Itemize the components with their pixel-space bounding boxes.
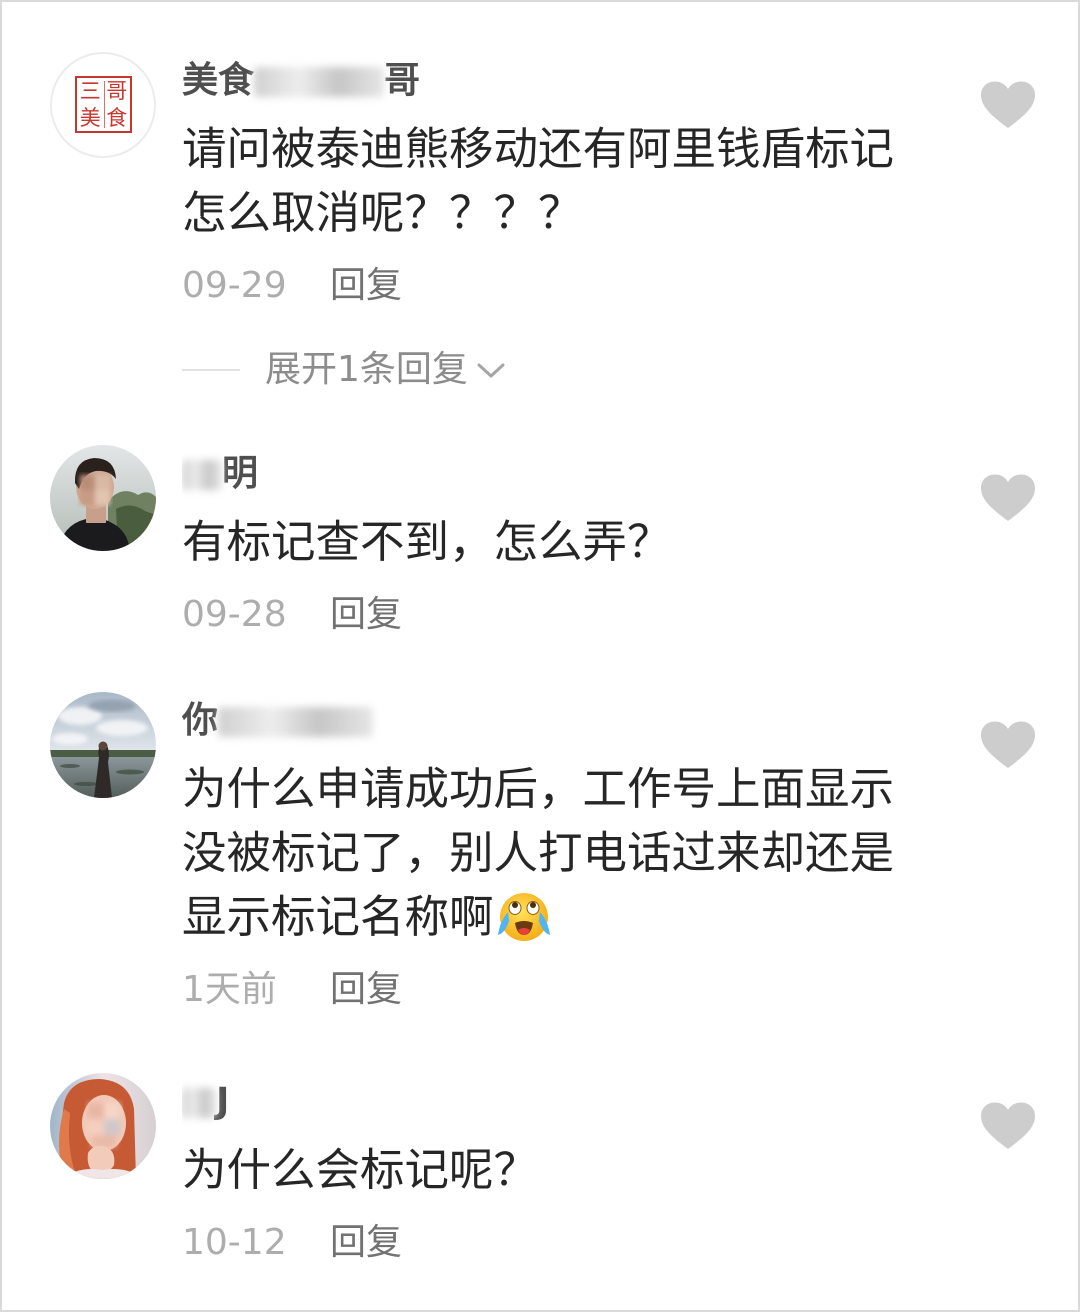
comment-text-line: 请问被泰迪熊移动还有阿里钱盾标记 <box>182 118 962 182</box>
expand-replies-button[interactable]: 展开1条回复 <box>182 350 962 390</box>
seal-char: 美 <box>79 105 101 130</box>
avatar[interactable] <box>50 1073 156 1179</box>
comment-date: 10-12 <box>182 1222 287 1263</box>
avatar-photo <box>50 1073 156 1179</box>
comment-date: 09-28 <box>182 594 287 635</box>
comment-text-line-content: 怎么取消呢？？？？ <box>182 188 583 239</box>
blurred-name-redaction <box>182 1088 216 1118</box>
comment-text-line-content: 显示标记名称啊 <box>182 892 494 943</box>
comment-body: J 为什么会标记呢？ 10-12 回复 <box>182 1073 962 1263</box>
comment-text-line-content: 请问被泰迪熊移动还有阿里钱盾标记 <box>182 124 895 175</box>
comment-meta: 1天前 回复 <box>182 970 962 1010</box>
comment-text-line: 怎么取消呢？？？？ <box>182 182 962 246</box>
author-name-visible-start: 美食 <box>182 60 255 101</box>
comment-body: 明 有标记查不到，怎么弄？ 09-28 回复 <box>182 445 962 635</box>
comment-text-line-content: 有标记查不到，怎么弄？ <box>182 517 672 568</box>
blurred-name-redaction <box>218 707 374 737</box>
comment-list: 三 哥 美 食 美食哥 请问被泰迪熊移动还有阿里钱盾标记 怎么取消呢？？？？ 0… <box>0 0 1080 1312</box>
comment-text-line: 显示标记名称啊 <box>182 886 962 950</box>
comment-item: 明 有标记查不到，怎么弄？ 09-28 回复 <box>0 445 1080 685</box>
comment-item: J 为什么会标记呢？ 10-12 回复 <box>0 1073 1080 1312</box>
comment-item: 你 为什么申请成功后，工作号上面显示 没被标记了，别人打电话过来却还是 显示标记… <box>0 692 1080 1010</box>
author-name[interactable]: 美食 哥 <box>182 61 962 101</box>
comment-text-line: 为什么会标记呢？ <box>182 1139 962 1203</box>
comment-meta: 09-28 回复 <box>182 595 962 635</box>
seal-char: 食 <box>106 105 128 130</box>
reply-button[interactable]: 回复 <box>330 265 402 306</box>
author-name[interactable]: 明 <box>182 454 962 494</box>
comment-body: 你 为什么申请成功后，工作号上面显示 没被标记了，别人打电话过来却还是 显示标记… <box>182 692 962 1010</box>
reply-button[interactable]: 回复 <box>330 594 402 635</box>
comment-item: 三 哥 美 食 美食哥 请问被泰迪熊移动还有阿里钱盾标记 怎么取消呢？？？？ 0… <box>0 52 1080 390</box>
comment-meta: 09-29 回复 <box>182 266 962 306</box>
reply-button[interactable]: 回复 <box>330 1222 402 1263</box>
seal-char: 三 <box>79 79 101 104</box>
avatar-photo <box>50 445 156 551</box>
reply-button[interactable]: 回复 <box>330 969 402 1010</box>
chevron-down-icon <box>477 363 505 378</box>
comment-text-line-content: 没被标记了，别人打电话过来却还是 <box>182 828 895 879</box>
avatar-photo <box>50 692 156 798</box>
comment-text-line: 为什么申请成功后，工作号上面显示 <box>182 758 962 822</box>
comment-text-line-content: 为什么会标记呢？ <box>182 1145 539 1196</box>
comment-text: 为什么会标记呢？ <box>182 1139 962 1203</box>
author-name-visible-end: 哥 <box>384 60 421 101</box>
comment-body: 美食 哥 请问被泰迪熊移动还有阿里钱盾标记 怎么取消呢？？？？ 09-29 回复 展… <box>182 52 962 390</box>
comment-text: 请问被泰迪熊移动还有阿里钱盾标记 怎么取消呢？？？？ <box>182 118 962 246</box>
blurred-name-redaction <box>182 460 222 490</box>
comment-text: 为什么申请成功后，工作号上面显示 没被标记了，别人打电话过来却还是 显示标记名称… <box>182 758 962 950</box>
comment-text-line: 有标记查不到，怎么弄？ <box>182 511 962 575</box>
heart-icon[interactable] <box>980 474 1036 522</box>
author-name[interactable]: J <box>182 1082 962 1122</box>
comment-date: 09-29 <box>182 265 287 306</box>
crying-laughing-face-icon <box>496 891 552 943</box>
author-name-visible-end: J <box>216 1081 230 1122</box>
author-name-visible-start: 你 <box>182 700 219 741</box>
comment-date: 1天前 <box>182 969 277 1010</box>
seal-logo: 三 哥 美 食 <box>75 76 132 133</box>
seal-char: 哥 <box>106 79 128 104</box>
avatar[interactable]: 三 哥 美 食 <box>50 52 156 158</box>
heart-icon[interactable] <box>980 721 1036 769</box>
heart-icon[interactable] <box>980 81 1036 129</box>
author-name[interactable]: 你 <box>182 701 962 741</box>
comment-text: 有标记查不到，怎么弄？ <box>182 511 962 575</box>
comment-text-line-content: 为什么申请成功后，工作号上面显示 <box>182 764 895 815</box>
avatar[interactable] <box>50 692 156 798</box>
heart-icon[interactable] <box>980 1102 1036 1150</box>
expand-replies-label: 展开1条回复 <box>265 349 468 390</box>
avatar[interactable] <box>50 445 156 551</box>
blurred-name-redaction <box>254 67 385 97</box>
comment-meta: 10-12 回复 <box>182 1223 962 1263</box>
comment-text-line: 没被标记了，别人打电话过来却还是 <box>182 822 962 886</box>
expand-replies-divider <box>182 369 240 371</box>
author-name-visible-end: 明 <box>222 453 259 494</box>
